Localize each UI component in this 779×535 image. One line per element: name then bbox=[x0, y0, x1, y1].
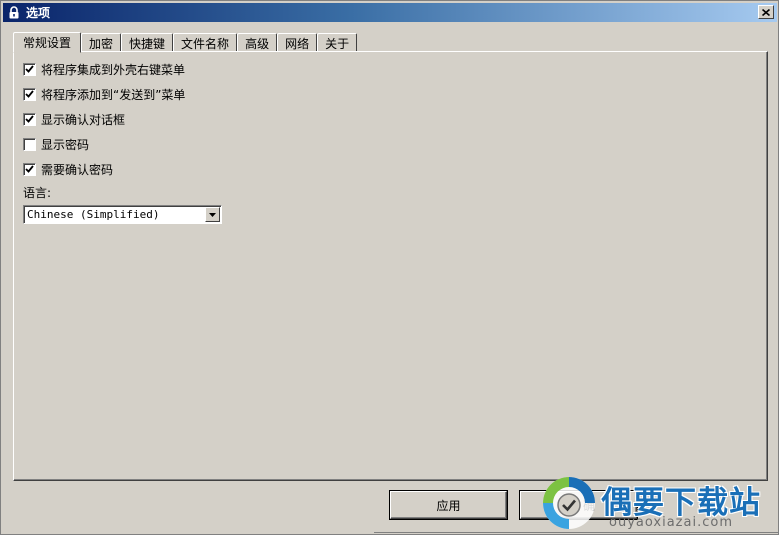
checkbox[interactable] bbox=[23, 87, 36, 101]
checkmark-icon bbox=[25, 65, 34, 73]
close-button[interactable] bbox=[758, 5, 774, 19]
tab-filename[interactable]: 文件名称 bbox=[173, 33, 238, 52]
option-send-to-menu[interactable]: 将程序添加到“发送到”菜单 bbox=[23, 86, 185, 102]
options-dialog: 选项 常规设置 加密 快捷键 文件名称 高级 网络 关于 将程序集成到外壳右键菜… bbox=[0, 0, 779, 535]
option-confirm-dialog[interactable]: 显示确认对话框 bbox=[23, 111, 125, 127]
tab-general[interactable]: 常规设置 bbox=[13, 32, 82, 53]
lock-icon bbox=[7, 6, 21, 20]
option-label: 显示密码 bbox=[41, 137, 90, 152]
dropdown-button[interactable] bbox=[205, 207, 220, 222]
option-label: 显示确认对话框 bbox=[41, 112, 126, 127]
tab-shortcuts[interactable]: 快捷键 bbox=[121, 33, 174, 52]
language-label: 语言: bbox=[23, 186, 52, 200]
checkbox[interactable] bbox=[23, 112, 36, 126]
tab-strip: 常规设置 加密 快捷键 文件名称 高级 网络 关于 bbox=[13, 31, 358, 53]
option-label: 需要确认密码 bbox=[41, 162, 114, 177]
checkmark-icon bbox=[25, 90, 34, 98]
tab-about[interactable]: 关于 bbox=[317, 33, 358, 52]
checkmark-icon bbox=[25, 115, 34, 123]
option-label: 将程序集成到外壳右键菜单 bbox=[41, 62, 186, 77]
checkmark-icon bbox=[25, 165, 34, 173]
option-label: 将程序添加到“发送到”菜单 bbox=[41, 87, 186, 102]
tab-advanced[interactable]: 高级 bbox=[237, 33, 278, 52]
window-title: 选项 bbox=[26, 6, 51, 20]
checkbox[interactable] bbox=[23, 137, 36, 151]
close-icon bbox=[762, 8, 770, 16]
tab-network[interactable]: 网络 bbox=[277, 33, 318, 52]
language-select[interactable]: Chinese (Simplified) bbox=[23, 205, 222, 224]
apply-button[interactable]: 应用 bbox=[390, 491, 507, 519]
checkbox[interactable] bbox=[23, 162, 36, 176]
title-bar[interactable]: 选项 bbox=[3, 3, 777, 22]
general-settings-panel: 将程序集成到外壳右键菜单 将程序添加到“发送到”菜单 显示确认对话框 显示密码 … bbox=[13, 51, 768, 481]
divider bbox=[374, 532, 779, 533]
ok-button[interactable]: 确 bbox=[520, 491, 637, 519]
language-value: Chinese (Simplified) bbox=[27, 208, 160, 221]
option-confirm-password[interactable]: 需要确认密码 bbox=[23, 161, 113, 177]
checkbox[interactable] bbox=[23, 62, 36, 76]
tab-encryption[interactable]: 加密 bbox=[81, 33, 122, 52]
option-shell-integration[interactable]: 将程序集成到外壳右键菜单 bbox=[23, 61, 185, 77]
option-show-password[interactable]: 显示密码 bbox=[23, 136, 89, 152]
chevron-down-icon bbox=[209, 212, 216, 217]
